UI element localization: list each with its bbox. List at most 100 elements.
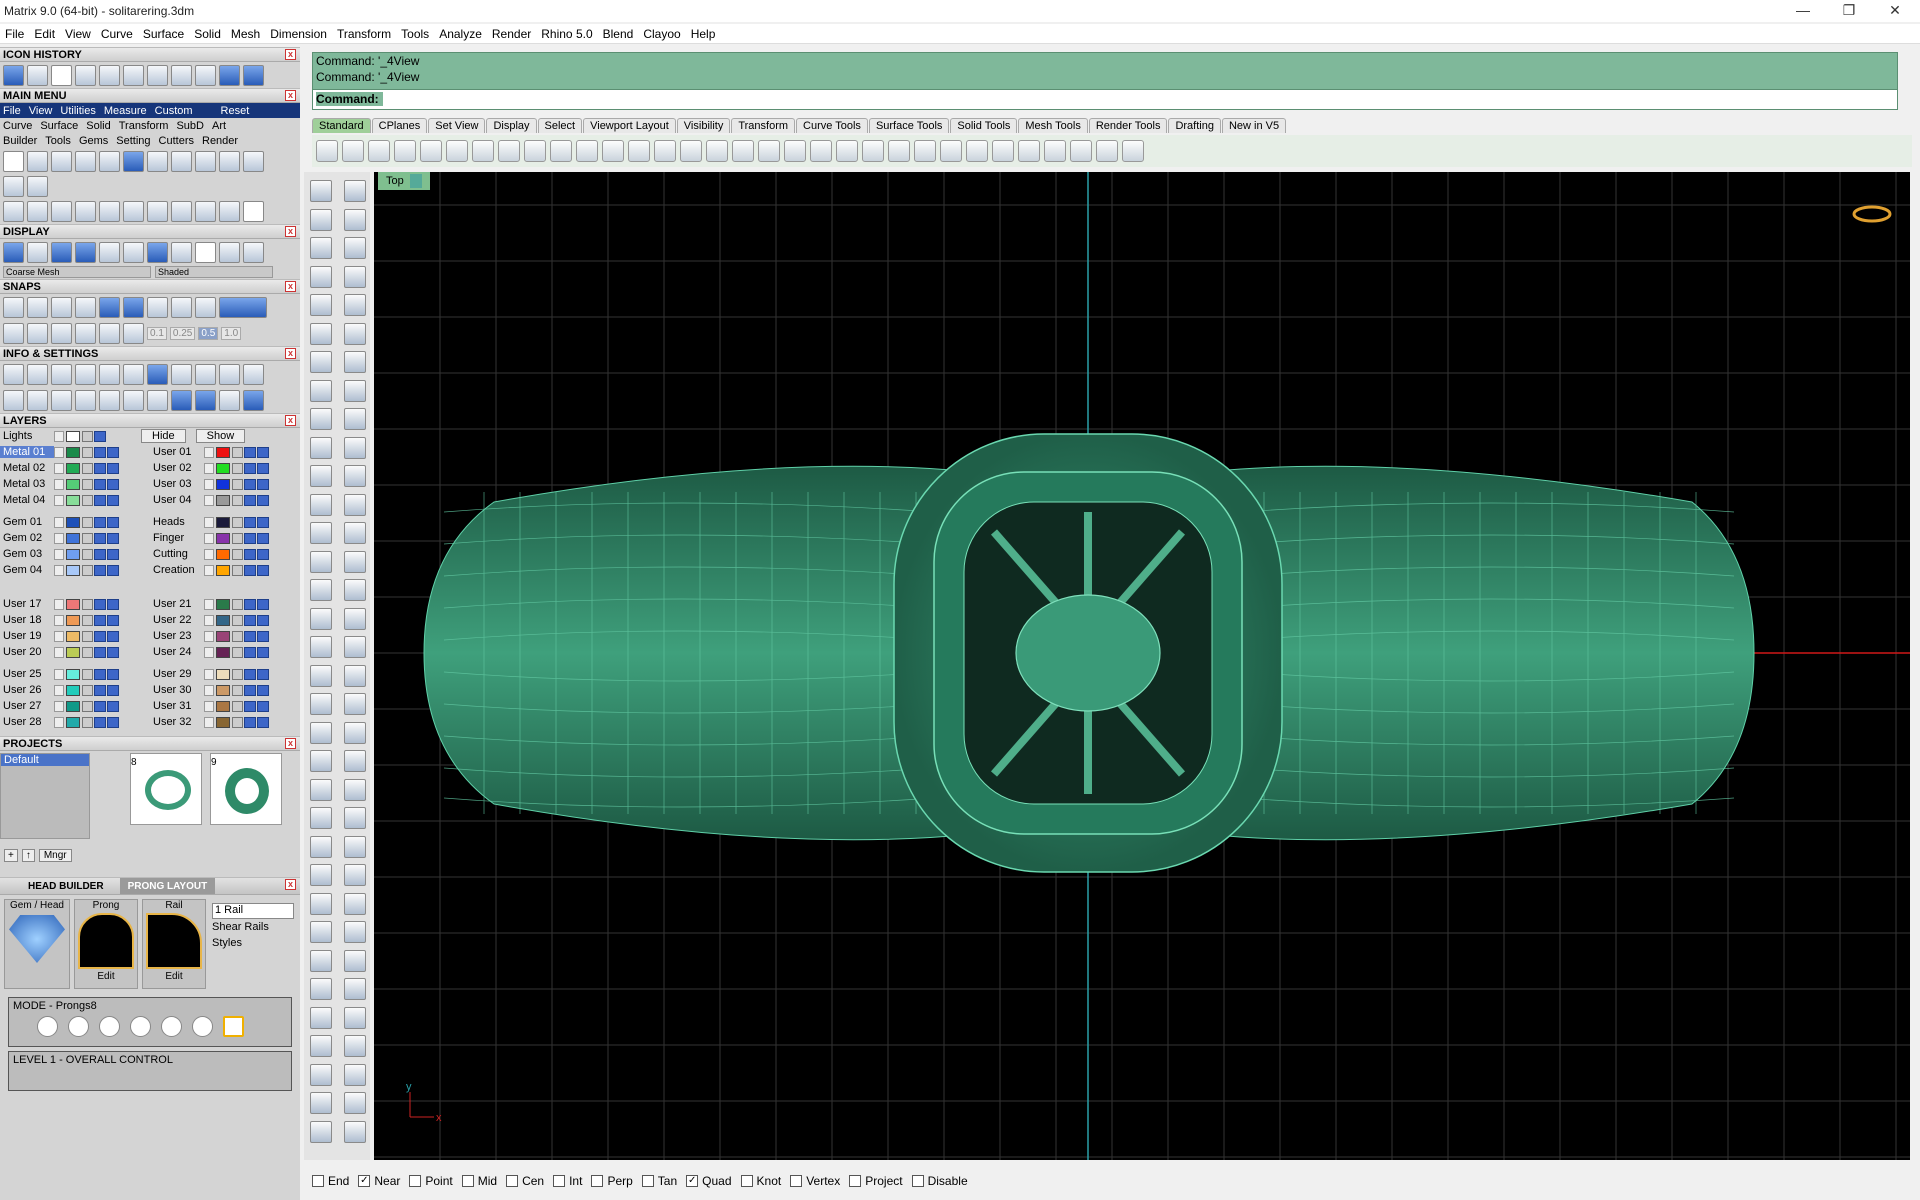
rail-count-select[interactable]: 1 Rail bbox=[212, 903, 294, 919]
snap-icon[interactable] bbox=[123, 296, 144, 318]
draw-tool-icon[interactable] bbox=[344, 550, 366, 573]
main-menu-item[interactable]: Utilities bbox=[60, 105, 95, 117]
main-menu-item[interactable]: Custom bbox=[155, 105, 193, 117]
layer-entry[interactable]: Creation bbox=[150, 564, 300, 576]
lock-icon[interactable] bbox=[82, 430, 93, 442]
layer-color[interactable] bbox=[66, 532, 80, 544]
close-icon[interactable]: x bbox=[285, 49, 296, 60]
sphere-icon[interactable] bbox=[1018, 140, 1040, 162]
tool-icon[interactable] bbox=[123, 389, 144, 411]
tool-icon[interactable] bbox=[147, 363, 168, 385]
snap-value[interactable]: 1.0 bbox=[221, 326, 242, 340]
checkbox[interactable] bbox=[506, 1175, 519, 1187]
layer-color[interactable] bbox=[66, 462, 80, 474]
toolbar-tab[interactable]: Drafting bbox=[1168, 117, 1221, 133]
layer-entry[interactable]: Metal 02 bbox=[0, 462, 150, 474]
main-menu-item[interactable]: Transform bbox=[119, 120, 169, 132]
draw-tool-icon[interactable] bbox=[310, 750, 332, 772]
draw-tool-icon[interactable] bbox=[344, 978, 366, 1000]
tool-icon[interactable] bbox=[243, 363, 264, 385]
undo-icon[interactable] bbox=[524, 140, 546, 162]
layer-color[interactable] bbox=[216, 446, 230, 458]
draw-tool-icon[interactable] bbox=[344, 294, 366, 316]
draw-tool-icon[interactable] bbox=[310, 778, 332, 801]
layer-color[interactable] bbox=[66, 516, 80, 528]
draw-tool-icon[interactable] bbox=[310, 465, 332, 487]
visible-icon[interactable] bbox=[244, 446, 256, 458]
osnap-disable[interactable]: Disable bbox=[911, 1174, 968, 1188]
close-icon[interactable]: x bbox=[285, 348, 296, 359]
lock-icon[interactable] bbox=[232, 684, 243, 696]
layer-color[interactable] bbox=[216, 516, 230, 528]
visible-icon[interactable] bbox=[94, 700, 106, 712]
import-icon[interactable] bbox=[420, 140, 442, 162]
layer-color[interactable] bbox=[216, 494, 230, 506]
layer-name[interactable]: Gem 04 bbox=[0, 564, 54, 576]
draw-tool-icon[interactable] bbox=[344, 778, 366, 801]
draw-tool-icon[interactable] bbox=[344, 237, 366, 259]
snap-icon[interactable] bbox=[171, 296, 192, 318]
layer-name[interactable]: User 28 bbox=[0, 716, 54, 728]
visible-icon[interactable] bbox=[244, 532, 256, 544]
layer-name[interactable]: Gem 01 bbox=[0, 516, 54, 528]
tool-icon[interactable] bbox=[171, 363, 192, 385]
main-menu-item[interactable]: Render bbox=[202, 135, 238, 147]
expand-icon[interactable] bbox=[54, 684, 64, 696]
tool-icon[interactable] bbox=[51, 363, 72, 385]
layer-entry[interactable]: User 23 bbox=[150, 630, 300, 642]
zoom-icon[interactable] bbox=[602, 140, 624, 162]
edit-prong-button[interactable]: Edit bbox=[75, 971, 137, 982]
draw-tool-icon[interactable] bbox=[344, 436, 366, 459]
checkbox[interactable] bbox=[591, 1175, 604, 1187]
sphere-icon[interactable] bbox=[219, 241, 240, 263]
hide-button[interactable]: Hide bbox=[141, 429, 186, 443]
draw-tool-icon[interactable] bbox=[344, 721, 366, 744]
print-icon[interactable] bbox=[257, 516, 269, 528]
prong-layout-tab[interactable]: PRONG LAYOUT bbox=[119, 878, 216, 894]
layer-icon[interactable] bbox=[784, 140, 806, 162]
layer-name[interactable]: User 22 bbox=[150, 614, 204, 626]
layer-name[interactable]: User 01 bbox=[150, 446, 204, 458]
tool-icon[interactable] bbox=[147, 64, 168, 86]
lock-icon[interactable] bbox=[82, 548, 93, 560]
menu-item[interactable]: Rhino 5.0 bbox=[536, 27, 597, 41]
expand-icon[interactable] bbox=[54, 494, 64, 506]
expand-icon[interactable] bbox=[204, 598, 214, 610]
layer-entry[interactable]: User 04 bbox=[150, 494, 300, 506]
prong-option-icon[interactable] bbox=[37, 1016, 58, 1037]
sphere-icon[interactable] bbox=[147, 241, 168, 263]
save-as-icon[interactable] bbox=[123, 150, 144, 172]
print-icon[interactable] bbox=[107, 614, 119, 626]
menu-item[interactable]: View bbox=[60, 27, 96, 41]
tool-icon[interactable] bbox=[75, 363, 96, 385]
print-icon[interactable] bbox=[107, 462, 119, 474]
forward-arrow-icon[interactable] bbox=[243, 64, 264, 86]
osnap-tan[interactable]: Tan bbox=[641, 1174, 677, 1188]
tool-icon[interactable] bbox=[195, 389, 216, 411]
close-icon[interactable]: x bbox=[285, 281, 296, 292]
lock-icon[interactable] bbox=[232, 668, 243, 680]
layer-entry[interactable]: User 29 bbox=[150, 668, 300, 680]
main-menu-item[interactable]: Curve bbox=[3, 120, 32, 132]
maximize-button[interactable]: ❐ bbox=[1826, 0, 1872, 22]
layer-entry[interactable]: User 24 bbox=[150, 646, 300, 658]
layer-name[interactable]: Metal 04 bbox=[0, 494, 54, 506]
expand-icon[interactable] bbox=[204, 516, 214, 528]
print-icon[interactable] bbox=[107, 564, 119, 576]
draw-tool-icon[interactable] bbox=[344, 408, 366, 430]
open-icon[interactable] bbox=[27, 150, 48, 172]
menu-item[interactable]: Curve bbox=[96, 27, 138, 41]
move-icon[interactable] bbox=[99, 200, 120, 222]
visible-icon[interactable] bbox=[244, 494, 256, 506]
print-icon[interactable] bbox=[107, 548, 119, 560]
visible-icon[interactable] bbox=[94, 462, 106, 474]
lock-icon[interactable] bbox=[82, 668, 93, 680]
layer-entry[interactable]: User 21 bbox=[150, 598, 300, 610]
checkbox[interactable] bbox=[849, 1175, 862, 1187]
layer-name[interactable]: Metal 01 bbox=[0, 446, 54, 458]
tool-icon[interactable] bbox=[27, 64, 48, 86]
tool-icon[interactable] bbox=[1096, 140, 1118, 162]
visible-icon[interactable] bbox=[244, 716, 256, 728]
layer-color[interactable] bbox=[66, 700, 80, 712]
tool-icon[interactable] bbox=[27, 175, 48, 197]
